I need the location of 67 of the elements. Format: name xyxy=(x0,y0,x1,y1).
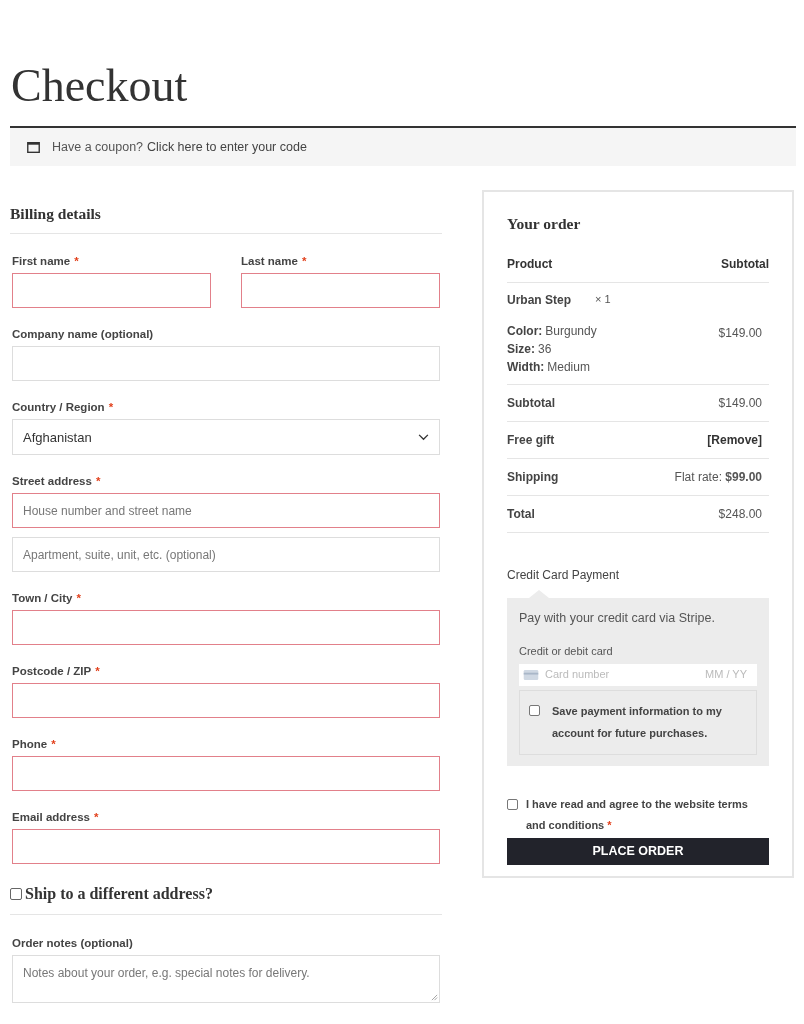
place-order-button[interactable]: PLACE ORDER xyxy=(507,837,769,865)
notes-field[interactable]: Notes about your order, e.g. special notes for delivery. xyxy=(12,955,440,1004)
meta-key: Color: xyxy=(507,323,543,341)
payment-method-label: Credit Card Payment xyxy=(507,568,620,583)
meta-key: Width: xyxy=(507,359,545,377)
field-label: Postcode / ZIP xyxy=(12,664,92,679)
section-heading: Your order xyxy=(507,214,582,234)
required-mark: * xyxy=(301,254,307,269)
remove-link[interactable]: [Remove] xyxy=(707,431,762,450)
window-icon xyxy=(27,141,40,153)
field-label: Town / City xyxy=(12,591,73,606)
meta-value: 36 xyxy=(538,341,552,359)
coupon-text: Have a coupon? xyxy=(52,138,144,156)
field-label: Email address xyxy=(12,810,90,825)
required-mark: * xyxy=(108,400,114,415)
checkbox[interactable] xyxy=(529,704,540,716)
required-mark: * xyxy=(51,737,56,752)
input-field[interactable] xyxy=(241,273,440,309)
coupon-link[interactable]: Click here to enter your code xyxy=(147,137,307,157)
field-label: Company name (optional) xyxy=(12,327,154,342)
checkbox[interactable] xyxy=(10,888,22,901)
card-label: Credit or debit card xyxy=(519,644,614,659)
resize-handle-icon xyxy=(431,994,438,1002)
field-label: Phone xyxy=(12,737,48,752)
total-value: $149.00 xyxy=(718,395,762,413)
expiry-placeholder: MM / YY xyxy=(705,667,747,683)
card-icon xyxy=(523,669,539,680)
field-label: Country / Region xyxy=(12,400,105,415)
input-field[interactable]: House number and street name xyxy=(12,493,440,529)
product-quantity: × 1 xyxy=(595,292,611,308)
total-label: Subtotal xyxy=(507,395,555,413)
input-field[interactable] xyxy=(12,273,211,309)
input-field[interactable] xyxy=(12,829,440,865)
chevron-down-icon xyxy=(418,433,429,441)
required-mark: * xyxy=(95,474,101,489)
total-label: Total xyxy=(507,506,535,524)
required-mark: * xyxy=(95,664,100,679)
total-label: Shipping xyxy=(507,469,559,487)
input-field[interactable] xyxy=(12,610,440,646)
payment-description: Pay with your credit card via Stripe. xyxy=(519,610,716,628)
total-value: $248.00 xyxy=(718,506,762,524)
field-label: First name xyxy=(12,254,71,269)
input-field[interactable] xyxy=(12,756,440,792)
meta-key: Size: xyxy=(507,341,535,359)
field-label: Order notes (optional) xyxy=(12,936,133,951)
required-mark: * xyxy=(74,254,79,269)
section-heading: Billing details xyxy=(10,204,102,224)
line-subtotal: $149.00 xyxy=(718,325,762,343)
field-label: Last name xyxy=(241,254,298,269)
meta-value: Medium xyxy=(547,359,590,377)
product-name: Urban Step xyxy=(507,292,571,310)
total-label: Free gift xyxy=(507,432,555,450)
required-mark: * xyxy=(94,810,99,825)
column-header: Subtotal xyxy=(721,256,769,274)
total-value: Flat rate: $99.00 xyxy=(674,469,762,487)
card-placeholder: Card number xyxy=(545,667,611,683)
input-field[interactable] xyxy=(12,683,440,719)
field-label: Street address xyxy=(12,474,92,489)
column-header: Product xyxy=(507,256,553,274)
page-title: Checkout xyxy=(10,59,189,113)
save-info-label: Save payment information to my account for future purchases. xyxy=(552,703,723,741)
meta-value: Burgundy xyxy=(545,323,597,341)
checkbox[interactable] xyxy=(507,798,518,810)
country-select[interactable]: Afghanistan xyxy=(12,419,440,456)
section-heading: Ship to a different address? xyxy=(25,884,213,905)
required-mark: * xyxy=(76,591,81,606)
terms-label: I have read and agree to the website terms and conditions * xyxy=(526,796,749,833)
